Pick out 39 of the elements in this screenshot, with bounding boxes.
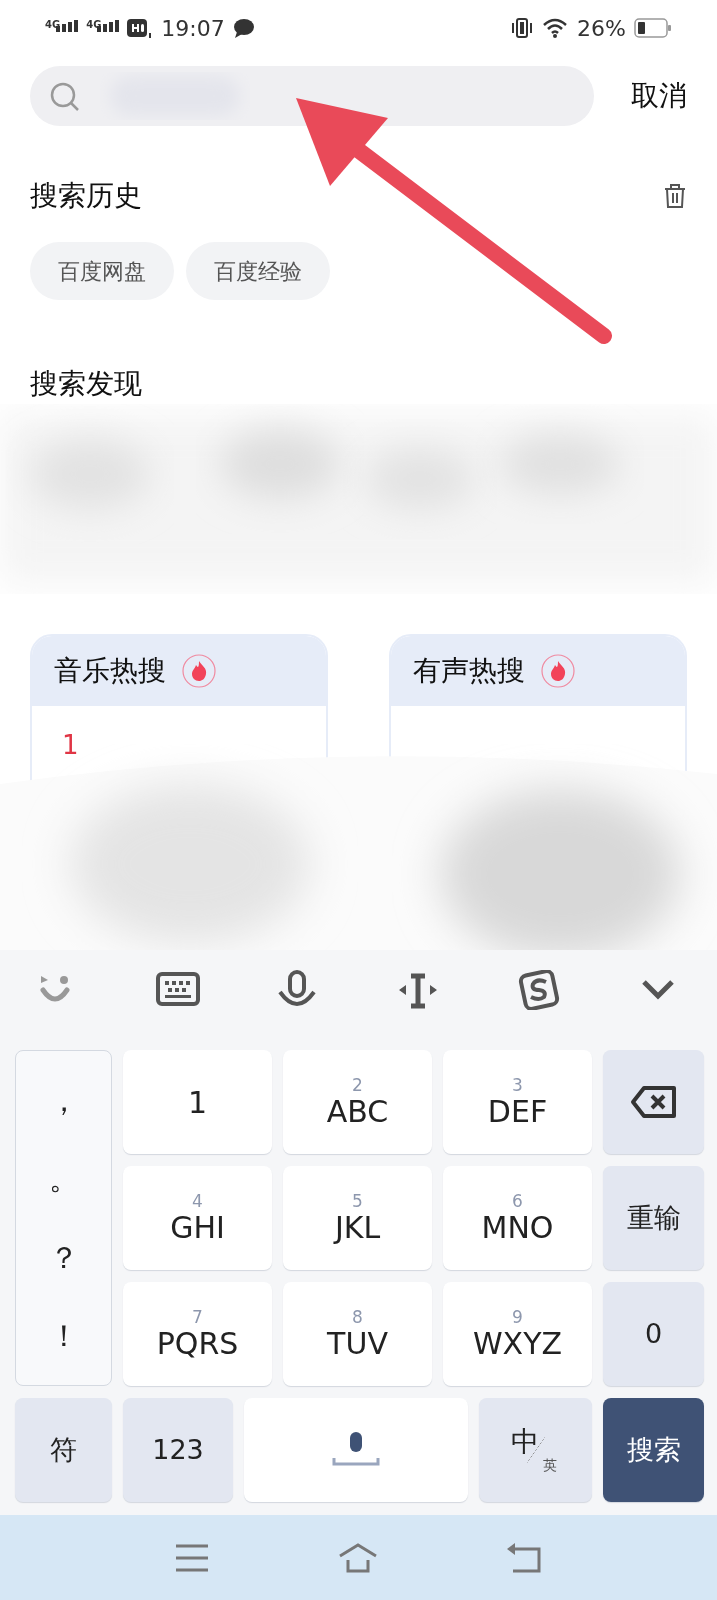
keyboard-key[interactable]: 5 JKL xyxy=(283,1166,432,1270)
language-toggle-key[interactable]: 中 英 xyxy=(479,1398,592,1502)
battery-percent: 26% xyxy=(577,14,626,43)
cancel-button[interactable]: 取消 xyxy=(631,75,687,117)
history-chip[interactable]: 百度网盘 xyxy=(30,242,174,300)
backspace-icon xyxy=(629,1085,678,1119)
flame-icon xyxy=(541,654,575,688)
trash-icon[interactable] xyxy=(663,183,687,209)
history-chip[interactable]: 百度经验 xyxy=(186,242,330,300)
keyboard-key[interactable]: 0 xyxy=(603,1282,704,1386)
flame-icon xyxy=(182,654,216,688)
card-title: 有声热搜 xyxy=(413,653,525,689)
keyboard-key[interactable]: 7 PQRS xyxy=(123,1282,272,1386)
sogou-logo-icon[interactable] xyxy=(517,970,562,1010)
keyboard-key[interactable]: 123 xyxy=(123,1398,233,1502)
punctuation-key[interactable]: 。 xyxy=(48,1156,79,1202)
keyboard-key[interactable]: 9 WXYZ xyxy=(443,1282,592,1386)
hd-icon xyxy=(127,17,154,39)
search-key[interactable]: 搜索 xyxy=(603,1398,704,1502)
keyboard-key[interactable]: 符 xyxy=(15,1398,112,1502)
punctuation-key[interactable]: ！ xyxy=(48,1313,79,1359)
keyboard-key[interactable]: 6 MNO xyxy=(443,1166,592,1270)
section-title: 搜索发现 xyxy=(29,366,143,402)
punctuation-key[interactable]: ？ xyxy=(48,1234,79,1280)
keyboard-key[interactable]: 2 ABC xyxy=(283,1050,432,1154)
backspace-key[interactable] xyxy=(603,1050,704,1154)
keyboard-key[interactable]: 8 TUV xyxy=(283,1282,432,1386)
battery-icon xyxy=(634,17,672,39)
time-text: 19:07 xyxy=(161,14,225,43)
keyboard-key[interactable]: 4 GHI xyxy=(123,1166,272,1270)
rank-number: 1 xyxy=(62,730,79,760)
keyboard-key[interactable]: 3 DEF xyxy=(443,1050,592,1154)
section-title: 搜索历史 xyxy=(30,178,142,214)
search-icon xyxy=(50,82,80,112)
keyboard-key[interactable]: 1 xyxy=(123,1050,272,1154)
card-title: 音乐热搜 xyxy=(54,653,166,689)
punctuation-key[interactable]: ， xyxy=(48,1077,79,1123)
chat-bubble-icon xyxy=(232,18,255,38)
keyboard-key[interactable]: 重输 xyxy=(603,1166,704,1270)
